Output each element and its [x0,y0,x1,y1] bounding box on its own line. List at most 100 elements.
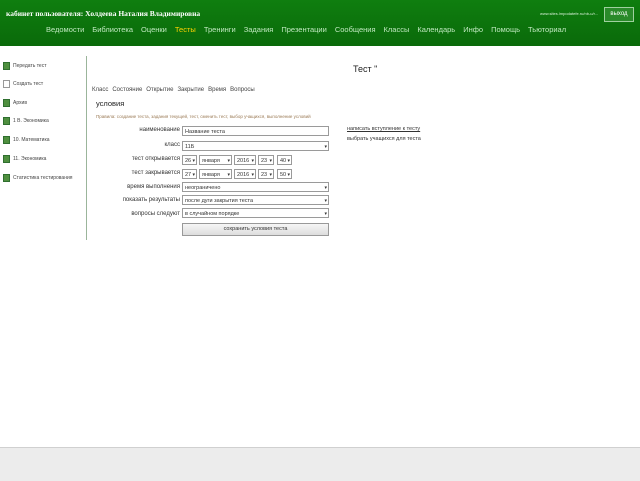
nav-item-classes[interactable]: Классы [384,24,410,36]
duration-select[interactable]: неограничено ▾ [182,182,329,192]
sidebar-item-label: Передать тест [13,62,47,69]
name-input[interactable]: Название теста [182,126,329,136]
sidebar-item-label: 11. Экономика [13,155,47,162]
sidebar-item-archive[interactable]: Архив [3,98,27,107]
tab-state[interactable]: Состояние [112,87,142,93]
close-label: тест закрывается [131,170,180,176]
dropdown-arrow-icon: ▾ [324,185,327,191]
dropdown-arrow-icon: ▾ [287,158,290,164]
duration-select-value: неограничено [185,185,221,191]
nav-item-trainings[interactable]: Тренинги [204,24,236,36]
open-month-select[interactable]: января ▾ [199,155,232,165]
write-intro-link[interactable]: написать вступление к тесту [347,126,420,132]
question-order-value: в случайном порядке [185,211,240,217]
open-year-value: 2016 [237,158,250,164]
open-hour-select[interactable]: 23 ▾ [258,155,274,165]
close-month-value: января [202,172,220,178]
tab-opening[interactable]: Открытие [146,87,173,93]
close-day-select[interactable]: 27 ▾ [182,169,197,179]
close-hour-select[interactable]: 23 ▾ [258,169,274,179]
dropdown-arrow-icon: ▾ [227,172,230,178]
dropdown-arrow-icon: ▾ [287,172,290,178]
dropdown-arrow-icon: ▾ [227,158,230,164]
show-results-label: показать результаты [122,197,180,203]
show-results-value: после дуги закрытия теста [185,198,254,204]
sidebar-item-folder-3[interactable]: 11. Экономика [3,154,46,163]
tab-class[interactable]: Класс [92,87,108,93]
select-students-link[interactable]: выбрать учащихся для теста [347,136,421,142]
close-hour-value: 23 [261,172,268,178]
green-book-icon [3,116,10,125]
sidebar: Передать тест Создать тест Архив 1 В. Эк… [0,56,87,240]
question-order-select[interactable]: в случайном порядке ▾ [182,208,329,218]
open-year-select[interactable]: 2016 ▾ [234,155,256,165]
open-day-select[interactable]: 26 ▾ [182,155,197,165]
footer-bar [0,447,640,481]
nav-item-info[interactable]: Инфо [463,24,483,36]
tab-closing[interactable]: Закрытие [177,87,204,93]
tab-questions[interactable]: Вопросы [230,87,255,93]
cabinet-title: кабинет пользователя: Холдеева Наталия В… [6,9,201,18]
nav-item-presentations[interactable]: Презентации [281,24,326,36]
nav-item-messages[interactable]: Сообщения [335,24,376,36]
open-minute-value: 40 [280,158,287,164]
sidebar-item-label: Архив [13,99,28,106]
sidebar-item-label: 1 В. Экономика [13,117,49,124]
test-tabs: Класс Состояние Открытие Закрытие Время … [92,87,255,93]
header-info-text: www.sites.lmpodatefe.ru/nb-u/r... [540,11,599,16]
close-day-value: 27 [185,172,192,178]
open-hour-value: 23 [261,158,268,164]
sidebar-item-label: Статистика тестирования [13,174,73,181]
nav-item-calendar[interactable]: Календарь [417,24,455,36]
hint-text: Правила: создание теста, задания текущей… [96,114,311,119]
dropdown-arrow-icon: ▾ [251,158,254,164]
question-order-label: вопросы следуют [131,211,180,217]
top-header: кабинет пользователя: Холдеева Наталия В… [0,0,640,46]
green-book-icon [3,154,10,163]
save-conditions-button[interactable]: сохранить условия теста [182,223,329,236]
nav-item-tutorial[interactable]: Тьюториал [528,24,566,36]
dropdown-arrow-icon: ▾ [324,144,327,150]
dropdown-arrow-icon: ▾ [324,198,327,204]
dropdown-arrow-icon: ▾ [324,211,327,217]
sidebar-item-label: Создать тест [13,80,44,87]
sidebar-item-folder-2[interactable]: 10. Математика [3,135,50,144]
close-year-value: 2016 [237,172,250,178]
class-label: класс [164,142,180,148]
section-title: условия [96,99,125,108]
name-input-value: Название теста [185,129,225,135]
sidebar-item-label: 10. Математика [13,136,50,143]
show-results-select[interactable]: после дуги закрытия теста ▾ [182,195,329,205]
open-minute-select[interactable]: 40 ▾ [277,155,292,165]
green-book-icon [3,98,10,107]
dropdown-arrow-icon: ▾ [251,172,254,178]
open-label: тест открывается [131,156,180,162]
exit-button[interactable]: выход [604,7,634,22]
page-title: Тест " [353,64,378,74]
sidebar-item-pass-test[interactable]: Передать тест [3,61,47,70]
sidebar-item-statistics[interactable]: Статистика тестирования [3,173,72,182]
close-month-select[interactable]: января ▾ [199,169,232,179]
close-minute-select[interactable]: 50 ▾ [277,169,292,179]
name-label: наименование [139,127,180,133]
open-month-value: января [202,158,220,164]
sidebar-item-folder-1[interactable]: 1 В. Экономика [3,116,49,125]
blank-page-icon [3,79,10,88]
green-book-icon [3,173,10,182]
nav-item-help[interactable]: Помощь [491,24,520,36]
class-select-value: 11Б [185,144,195,150]
dropdown-arrow-icon: ▾ [192,158,195,164]
nav-item-library[interactable]: Библиотека [92,24,133,36]
nav-item-tests[interactable]: Тесты [175,24,196,36]
main-nav: Ведомости Библиотека Оценки Тесты Тренин… [46,24,566,36]
class-select[interactable]: 11Б ▾ [182,141,329,151]
nav-item-tasks[interactable]: Задания [244,24,274,36]
nav-item-statements[interactable]: Ведомости [46,24,84,36]
sidebar-item-create-test[interactable]: Создать тест [3,79,43,88]
dropdown-arrow-icon: ▾ [192,172,195,178]
close-year-select[interactable]: 2016 ▾ [234,169,256,179]
nav-item-grades[interactable]: Оценки [141,24,167,36]
green-book-icon [3,135,10,144]
tab-time[interactable]: Время [208,87,226,93]
open-day-value: 26 [185,158,192,164]
